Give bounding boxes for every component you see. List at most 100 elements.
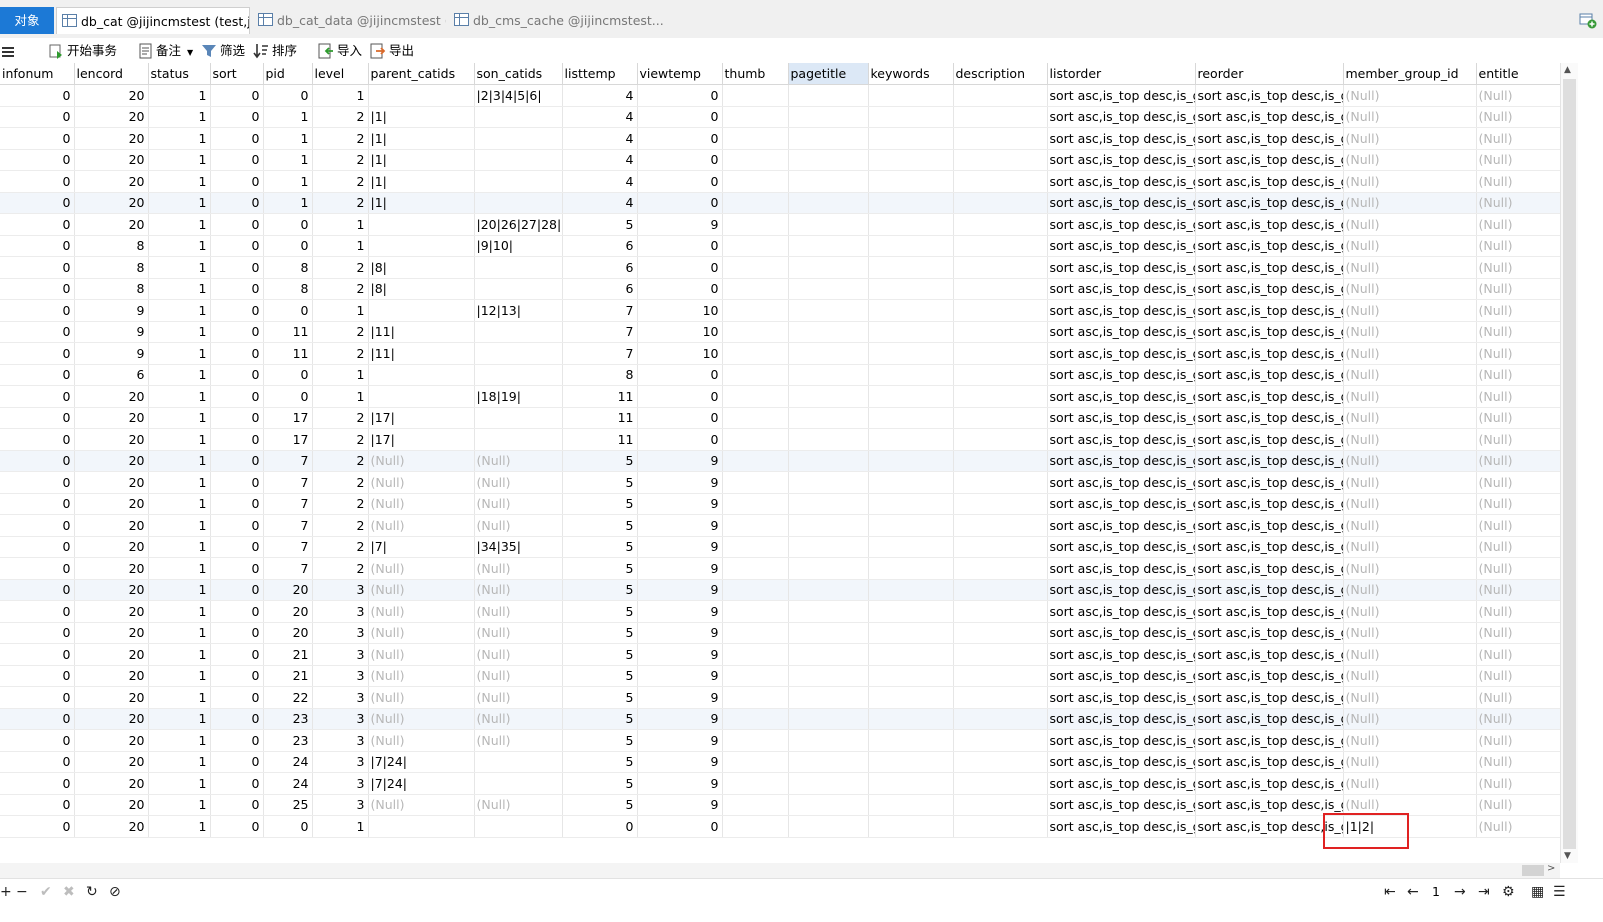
cell-pid[interactable]: 7 [263, 536, 313, 558]
cell-parent-catids[interactable]: (Null) [368, 794, 475, 816]
cell-thumb[interactable] [722, 170, 789, 193]
new-tab-icon[interactable] [1579, 11, 1597, 29]
cell-member-group-id[interactable]: (Null) [1343, 213, 1477, 236]
cell-listorder[interactable]: sort asc,is_top desc,is_go [1047, 686, 1196, 709]
cell-listorder[interactable]: sort asc,is_top desc,is_go [1047, 321, 1196, 343]
cell-level[interactable]: 1 [312, 364, 369, 386]
column-header-parent-catids[interactable]: parent_catids [368, 63, 475, 85]
cell-listorder[interactable]: sort asc,is_top desc,is_go [1047, 278, 1196, 300]
cell-viewtemp[interactable]: 10 [637, 321, 723, 343]
cell-son-catids[interactable]: (Null) [474, 579, 563, 601]
cell-entitle[interactable]: (Null) [1476, 256, 1560, 279]
table-row[interactable]: 0 9 1 0 0 1 |12|13| 7 10 sort asc,is_top desc,is_… [0, 299, 1560, 322]
cell-status[interactable]: 1 [148, 493, 211, 515]
cell-status[interactable]: 1 [148, 342, 211, 365]
add-record-icon[interactable]: + [0, 884, 12, 900]
cell-pagetitle[interactable] [788, 643, 869, 666]
cell-pagetitle[interactable] [788, 471, 869, 494]
column-header-sort[interactable]: sort [210, 63, 264, 85]
cell-son-catids[interactable] [474, 428, 563, 451]
cell-lencord[interactable]: 20 [74, 600, 149, 623]
cell-sort[interactable]: 0 [210, 256, 264, 279]
cell-status[interactable]: 1 [148, 772, 211, 795]
cell-member-group-id[interactable]: (Null) [1343, 299, 1477, 322]
cell-sort[interactable]: 0 [210, 622, 264, 644]
column-header-thumb[interactable]: thumb [722, 63, 789, 85]
cell-status[interactable]: 1 [148, 815, 211, 838]
cell-level[interactable]: 3 [312, 772, 369, 795]
cell-entitle[interactable]: (Null) [1476, 450, 1560, 472]
cell-son-catids[interactable]: (Null) [474, 794, 563, 816]
cell-reorder[interactable]: sort asc,is_top desc,is_go [1195, 428, 1344, 451]
cell-lencord[interactable]: 20 [74, 815, 149, 838]
cell-keywords[interactable] [868, 170, 954, 193]
gear-icon[interactable]: ⚙ [1502, 884, 1515, 900]
cell-sort[interactable]: 0 [210, 192, 264, 214]
cell-lencord[interactable]: 20 [74, 428, 149, 451]
cell-parent-catids[interactable]: |7| [368, 536, 475, 558]
cell-son-catids[interactable]: (Null) [474, 493, 563, 515]
cell-infonum[interactable]: 0 [0, 686, 75, 709]
page-number[interactable]: 1 [1428, 884, 1444, 899]
cell-level[interactable]: 2 [312, 127, 369, 150]
cell-infonum[interactable]: 0 [0, 256, 75, 279]
cell-reorder[interactable]: sort asc,is_top desc,is_go [1195, 493, 1344, 515]
cell-member-group-id[interactable]: (Null) [1343, 84, 1477, 107]
cell-description[interactable] [953, 471, 1048, 494]
cell-viewtemp[interactable]: 0 [637, 235, 723, 257]
cell-pagetitle[interactable] [788, 407, 869, 429]
cell-level[interactable]: 3 [312, 751, 369, 773]
cell-listtemp[interactable]: 4 [562, 170, 638, 193]
cell-listorder[interactable]: sort asc,is_top desc,is_go [1047, 84, 1196, 107]
cell-thumb[interactable] [722, 536, 789, 558]
horizontal-scrollbar[interactable]: > [0, 863, 1560, 878]
cell-description[interactable] [953, 213, 1048, 236]
cell-parent-catids[interactable]: (Null) [368, 579, 475, 601]
cell-description[interactable] [953, 686, 1048, 709]
table-row[interactable]: 0 20 1 0 22 3 (Null) (Null) 5 9 sort asc,is_top de… [0, 686, 1560, 709]
cell-member-group-id[interactable]: (Null) [1343, 643, 1477, 666]
cell-lencord[interactable]: 20 [74, 794, 149, 816]
cell-reorder[interactable]: sort asc,is_top desc,is_go [1195, 149, 1344, 171]
cell-keywords[interactable] [868, 557, 954, 580]
cell-listtemp[interactable]: 5 [562, 450, 638, 472]
cell-infonum[interactable]: 0 [0, 751, 75, 773]
cell-description[interactable] [953, 815, 1048, 838]
sort-button[interactable]: 排序 [253, 41, 297, 61]
cell-listorder[interactable]: sort asc,is_top desc,is_go [1047, 643, 1196, 666]
cell-keywords[interactable] [868, 665, 954, 687]
import-button[interactable]: 导入 [318, 41, 362, 61]
cell-entitle[interactable]: (Null) [1476, 428, 1560, 451]
cell-infonum[interactable]: 0 [0, 794, 75, 816]
column-header-member-group-id[interactable]: member_group_id [1343, 63, 1477, 85]
cell-parent-catids[interactable]: (Null) [368, 471, 475, 494]
cell-keywords[interactable] [868, 149, 954, 171]
cell-pagetitle[interactable] [788, 708, 869, 730]
cell-son-catids[interactable] [474, 149, 563, 171]
table-row[interactable]: 0 20 1 0 23 3 (Null) (Null) 5 9 sort asc,is_top de… [0, 708, 1560, 730]
cell-pid[interactable]: 0 [263, 385, 313, 408]
cell-lencord[interactable]: 9 [74, 299, 149, 322]
cell-member-group-id[interactable]: (Null) [1343, 772, 1477, 795]
cell-member-group-id[interactable]: (Null) [1343, 127, 1477, 150]
cell-pid[interactable]: 7 [263, 557, 313, 580]
cell-listtemp[interactable]: 5 [562, 729, 638, 752]
cell-viewtemp[interactable]: 0 [637, 170, 723, 193]
cell-sort[interactable]: 0 [210, 407, 264, 429]
cell-status[interactable]: 1 [148, 170, 211, 193]
cell-son-catids[interactable] [474, 815, 563, 838]
cell-thumb[interactable] [722, 299, 789, 322]
cell-sort[interactable]: 0 [210, 213, 264, 236]
cell-pagetitle[interactable] [788, 772, 869, 795]
cell-parent-catids[interactable]: |17| [368, 407, 475, 429]
table-row[interactable]: 0 20 1 0 7 2 |7| |34|35| 5 9 sort asc,is_top desc,… [0, 536, 1560, 558]
cell-member-group-id[interactable]: (Null) [1343, 342, 1477, 365]
cell-sort[interactable]: 0 [210, 106, 264, 128]
cell-son-catids[interactable]: (Null) [474, 557, 563, 580]
cell-listtemp[interactable]: 5 [562, 213, 638, 236]
cell-member-group-id[interactable]: (Null) [1343, 407, 1477, 429]
cell-member-group-id[interactable]: (Null) [1343, 471, 1477, 494]
cell-level[interactable]: 1 [312, 84, 369, 107]
cell-thumb[interactable] [722, 364, 789, 386]
table-row[interactable]: 0 20 1 0 1 2 |1| 4 0 sort asc,is_top desc,is_go so… [0, 127, 1560, 150]
